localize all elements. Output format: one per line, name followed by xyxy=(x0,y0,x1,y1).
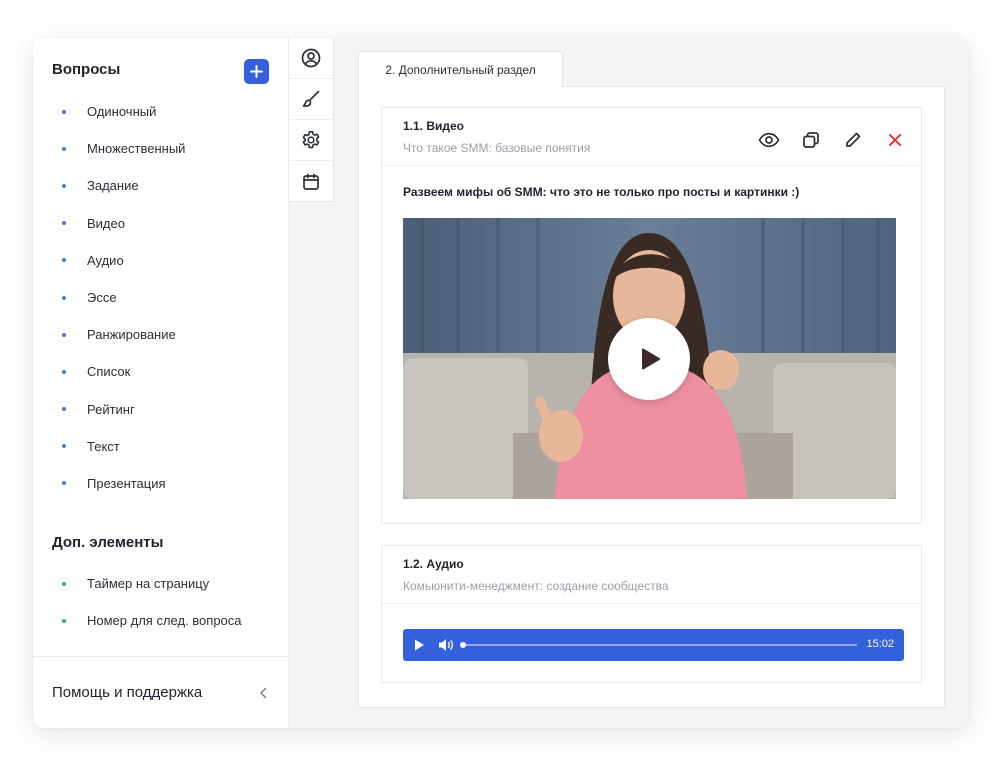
bullet-icon xyxy=(62,618,66,623)
question-type-rating[interactable]: Рейтинг xyxy=(33,391,289,428)
tab-additional-section[interactable]: 2. Дополнительный раздел xyxy=(358,51,563,87)
schedule-button[interactable] xyxy=(289,161,333,202)
question-type-label: Эссе xyxy=(87,290,117,306)
section-panel: 1.1. Видео Что такое SMM: базовые поняти… xyxy=(358,86,945,708)
question-type-label: Одиночный xyxy=(87,104,157,120)
audio-progress-track[interactable] xyxy=(460,642,857,648)
add-question-button[interactable] xyxy=(244,59,269,84)
gear-icon xyxy=(302,131,320,149)
play-icon[interactable] xyxy=(411,637,427,653)
question-type-ranking[interactable]: Ранжирование xyxy=(33,316,289,353)
volume-icon[interactable] xyxy=(437,637,455,653)
audio-duration: 15:02 xyxy=(866,638,894,650)
questions-heading: Вопросы xyxy=(52,61,121,78)
question-type-label: Ранжирование xyxy=(87,327,176,343)
video-description: Развеем мифы об SMM: что это не только п… xyxy=(403,185,800,199)
extras-list: Таймер на страницу Номер для след. вопро… xyxy=(33,565,289,639)
chevron-left-icon xyxy=(260,687,267,698)
tool-rail xyxy=(289,38,334,202)
video-play-button[interactable] xyxy=(608,318,690,400)
question-type-task[interactable]: Задание xyxy=(33,167,289,204)
bullet-icon xyxy=(62,407,66,412)
question-type-multiple[interactable]: Множественный xyxy=(33,130,289,167)
bullet-icon xyxy=(62,221,66,226)
help-label: Помощь и поддержка xyxy=(52,684,203,701)
question-type-label: Задание xyxy=(87,178,139,194)
question-type-label: Текст xyxy=(87,438,120,454)
bullet-icon xyxy=(62,183,66,188)
question-type-label: Презентация xyxy=(87,475,166,491)
bullet-icon xyxy=(62,258,66,263)
eye-icon xyxy=(758,132,780,148)
duplicate-button[interactable] xyxy=(799,128,823,152)
extras-heading: Доп. элементы xyxy=(52,534,164,551)
question-type-presentation[interactable]: Презентация xyxy=(33,465,289,502)
extra-timer[interactable]: Таймер на страницу xyxy=(33,565,289,602)
pencil-icon xyxy=(846,132,861,147)
bullet-icon xyxy=(62,481,66,486)
bullet-icon xyxy=(62,581,66,586)
extra-label: Таймер на страницу xyxy=(87,576,210,592)
bullet-icon xyxy=(62,444,66,449)
user-circle-icon xyxy=(301,48,321,68)
card-subtitle: Что такое SMM: базовые понятия xyxy=(403,141,591,155)
card-subtitle: Комьюнити-менеджмент: создание сообществ… xyxy=(403,579,669,593)
question-type-essay[interactable]: Эссе xyxy=(33,279,289,316)
app-window: Вопросы Одиночный Множественный Задание … xyxy=(33,38,969,728)
bullet-icon xyxy=(62,109,66,114)
question-type-text[interactable]: Текст xyxy=(33,428,289,465)
audio-player: 15:02 xyxy=(403,629,904,661)
play-icon xyxy=(642,348,660,370)
card-title: 1.1. Видео xyxy=(403,119,465,133)
close-icon xyxy=(889,134,901,146)
card-title: 1.2. Аудио xyxy=(403,557,464,571)
edit-button[interactable] xyxy=(841,128,865,152)
audio-question-card: 1.2. Аудио Комьюнити-менеджмент: создани… xyxy=(381,545,922,683)
bullet-icon xyxy=(62,295,66,300)
extra-next-number[interactable]: Номер для след. вопроса xyxy=(33,602,289,639)
card-actions xyxy=(757,128,907,152)
question-types-list: Одиночный Множественный Задание Видео Ау… xyxy=(33,93,289,502)
question-type-label: Множественный xyxy=(87,141,186,157)
video-player[interactable] xyxy=(403,218,896,499)
question-type-label: Аудио xyxy=(87,252,124,268)
calendar-icon xyxy=(303,173,319,190)
audio-progress-knob[interactable] xyxy=(460,642,466,648)
sidebar: Вопросы Одиночный Множественный Задание … xyxy=(33,38,289,728)
bullet-icon xyxy=(62,146,66,151)
help-support-link[interactable]: Помощь и поддержка xyxy=(33,657,289,728)
bullet-icon xyxy=(62,369,66,374)
question-type-label: Список xyxy=(87,364,131,380)
bullet-icon xyxy=(62,332,66,337)
question-type-label: Видео xyxy=(87,215,125,231)
card-header: 1.2. Аудио Комьюнити-менеджмент: создани… xyxy=(382,546,921,604)
extra-label: Номер для след. вопроса xyxy=(87,613,242,629)
card-header: 1.1. Видео Что такое SMM: базовые поняти… xyxy=(382,108,921,166)
preview-button[interactable] xyxy=(757,128,781,152)
question-type-single[interactable]: Одиночный xyxy=(33,93,289,130)
brush-icon xyxy=(302,90,320,107)
question-type-list[interactable]: Список xyxy=(33,353,289,390)
question-type-video[interactable]: Видео xyxy=(33,205,289,242)
video-question-card: 1.1. Видео Что такое SMM: базовые поняти… xyxy=(381,107,922,524)
delete-button[interactable] xyxy=(883,128,907,152)
copy-icon xyxy=(803,132,819,148)
design-button[interactable] xyxy=(289,79,333,120)
question-type-label: Рейтинг xyxy=(87,401,135,417)
profile-button[interactable] xyxy=(289,38,333,79)
question-type-audio[interactable]: Аудио xyxy=(33,242,289,279)
settings-button[interactable] xyxy=(289,120,333,161)
plus-icon xyxy=(250,65,263,78)
